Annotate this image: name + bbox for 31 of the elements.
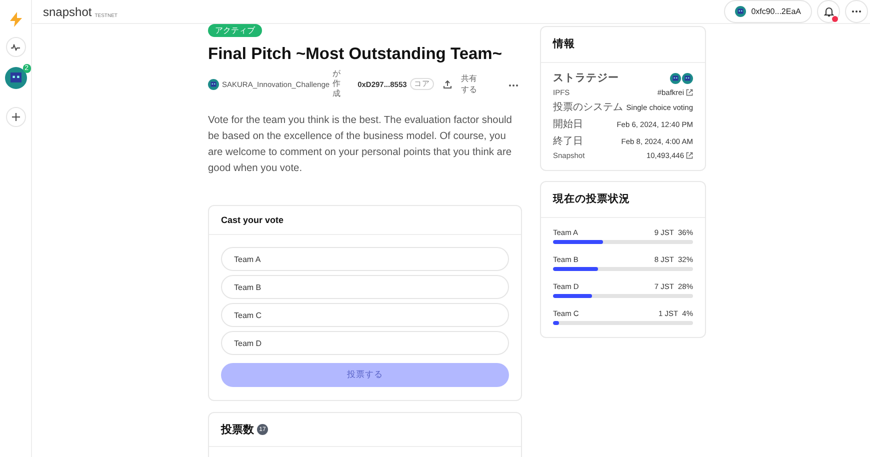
more-icon xyxy=(852,10,861,13)
info-label: 投票のシステム xyxy=(553,100,623,114)
external-link-icon[interactable] xyxy=(686,89,693,96)
activity-button[interactable] xyxy=(6,37,26,57)
account-button[interactable]: 0xfc90...2EaA xyxy=(724,0,812,23)
more-icon xyxy=(509,84,518,86)
strategy-icon xyxy=(682,72,693,84)
robot-icon xyxy=(4,67,26,89)
strategy-label: ストラテジー xyxy=(553,71,619,85)
card-title: 現在の投票状況 xyxy=(541,182,705,218)
proposal-title: Final Pitch ~Most Outstanding Team~ xyxy=(208,45,503,64)
share-icon xyxy=(442,80,452,88)
bell-icon xyxy=(824,6,834,16)
brand-logo[interactable]: snapshot xyxy=(43,4,92,18)
created-by-text: が作成 xyxy=(332,69,342,99)
card-title: Cast your vote xyxy=(209,206,521,235)
notification-button[interactable] xyxy=(817,0,840,23)
activity-icon xyxy=(11,44,20,50)
strategy-icon xyxy=(670,72,681,84)
plus-icon xyxy=(12,113,20,121)
info-label: 終了日 xyxy=(553,135,583,148)
external-link-icon[interactable] xyxy=(686,152,693,159)
avatar-icon xyxy=(735,6,746,17)
card-title: 投票数 xyxy=(221,422,254,437)
info-label: 開始日 xyxy=(553,118,583,131)
space-icon xyxy=(208,78,219,90)
status-badge: アクティブ xyxy=(208,24,262,37)
add-button[interactable] xyxy=(6,107,26,127)
card-title: 情報 xyxy=(541,27,705,63)
proposal-description: Vote for the team you think is the best. The evaluation factor should be based on the excellence of the business model. Of course, you are welcome to comment on your personal points that you think are good when you vote. xyxy=(208,114,513,176)
share-button[interactable]: 共有する xyxy=(442,73,480,95)
